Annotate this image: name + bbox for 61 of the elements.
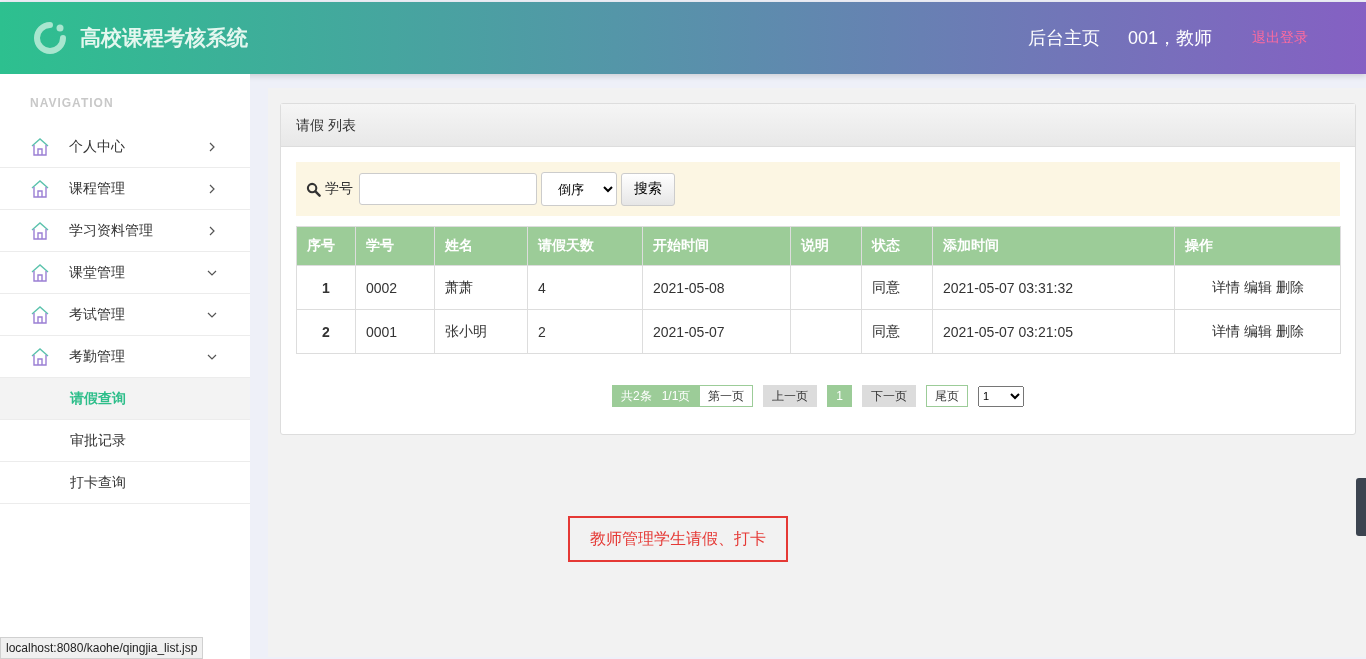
page-summary: 共2条 1/1页 [611, 385, 700, 407]
table-cell: 张小明 [434, 309, 528, 354]
home-icon [30, 220, 50, 241]
column-header: 姓名 [434, 226, 528, 266]
table-cell: 2021-05-08 [642, 265, 791, 310]
table-cell: 0002 [355, 265, 435, 310]
home-icon [30, 304, 50, 325]
table-cell: 2021-05-07 [642, 309, 791, 354]
logo-icon [32, 20, 68, 56]
page-link[interactable]: 尾页 [926, 385, 968, 407]
card-title: 请假 列表 [281, 104, 1355, 147]
table-cell: 1 [296, 265, 356, 310]
page-select[interactable]: 1 [978, 385, 1024, 407]
table-cell: 2 [527, 309, 643, 354]
row-action-link[interactable]: 删除 [1275, 278, 1304, 295]
column-header: 请假天数 [527, 226, 643, 266]
page-link[interactable]: 下一页 [862, 385, 916, 407]
table-cell: 同意 [861, 265, 933, 310]
sidebar-item[interactable]: 学习资料管理 [0, 210, 250, 252]
sidebar-subitem[interactable]: 审批记录 [0, 420, 250, 462]
header-link[interactable]: 001，教师 [1127, 26, 1212, 50]
table-cell: 萧萧 [434, 265, 528, 310]
sidebar-item[interactable]: 个人中心 [0, 126, 250, 168]
search-label: 学号 [325, 180, 353, 198]
header-link[interactable]: 后台主页 [1027, 26, 1100, 50]
column-header: 添加时间 [932, 226, 1175, 266]
status-url: localhost:8080/kaohe/qingjia_list.jsp [0, 637, 204, 659]
sidebar-item[interactable]: 考试管理 [0, 294, 250, 336]
home-icon [30, 178, 50, 199]
search-icon [306, 181, 321, 197]
system-title: 高校课程考核系统 [80, 25, 248, 51]
page-link[interactable]: 第一页 [699, 385, 754, 407]
column-header: 学号 [355, 226, 435, 266]
row-action-link[interactable]: 编辑 [1243, 322, 1272, 339]
search-button[interactable]: 搜索 [621, 172, 675, 206]
home-icon [30, 346, 50, 367]
column-header: 开始时间 [642, 226, 791, 266]
sidebar-item[interactable]: 课堂管理 [0, 252, 250, 294]
table-cell: 4 [527, 265, 643, 310]
row-action-link[interactable]: 编辑 [1243, 278, 1272, 295]
column-header: 操作 [1174, 226, 1341, 266]
sidebar-item[interactable]: 课程管理 [0, 168, 250, 210]
column-header: 说明 [790, 226, 862, 266]
table-cell: 0001 [355, 309, 435, 354]
row-action-link[interactable]: 详情 [1211, 322, 1240, 339]
table-cell: 2 [296, 309, 356, 354]
table-cell: 2021-05-07 03:31:32 [932, 265, 1175, 310]
sidebar-subitem[interactable]: 打卡查询 [0, 462, 250, 504]
side-handle-icon[interactable] [1356, 478, 1366, 536]
home-icon [30, 136, 50, 157]
row-action-link[interactable]: 删除 [1275, 322, 1304, 339]
student-id-field[interactable] [359, 173, 537, 205]
table-cell: 2021-05-07 03:21:05 [932, 309, 1175, 354]
table-cell: 同意 [861, 309, 933, 354]
order-select[interactable]: 倒序 [541, 172, 617, 206]
annotation-callout: 教师管理学生请假、打卡 [568, 516, 788, 562]
page-link[interactable]: 上一页 [763, 385, 818, 407]
home-icon [30, 262, 50, 283]
row-action-link[interactable]: 详情 [1211, 278, 1240, 295]
column-header: 状态 [861, 226, 933, 266]
column-header: 序号 [296, 226, 356, 266]
